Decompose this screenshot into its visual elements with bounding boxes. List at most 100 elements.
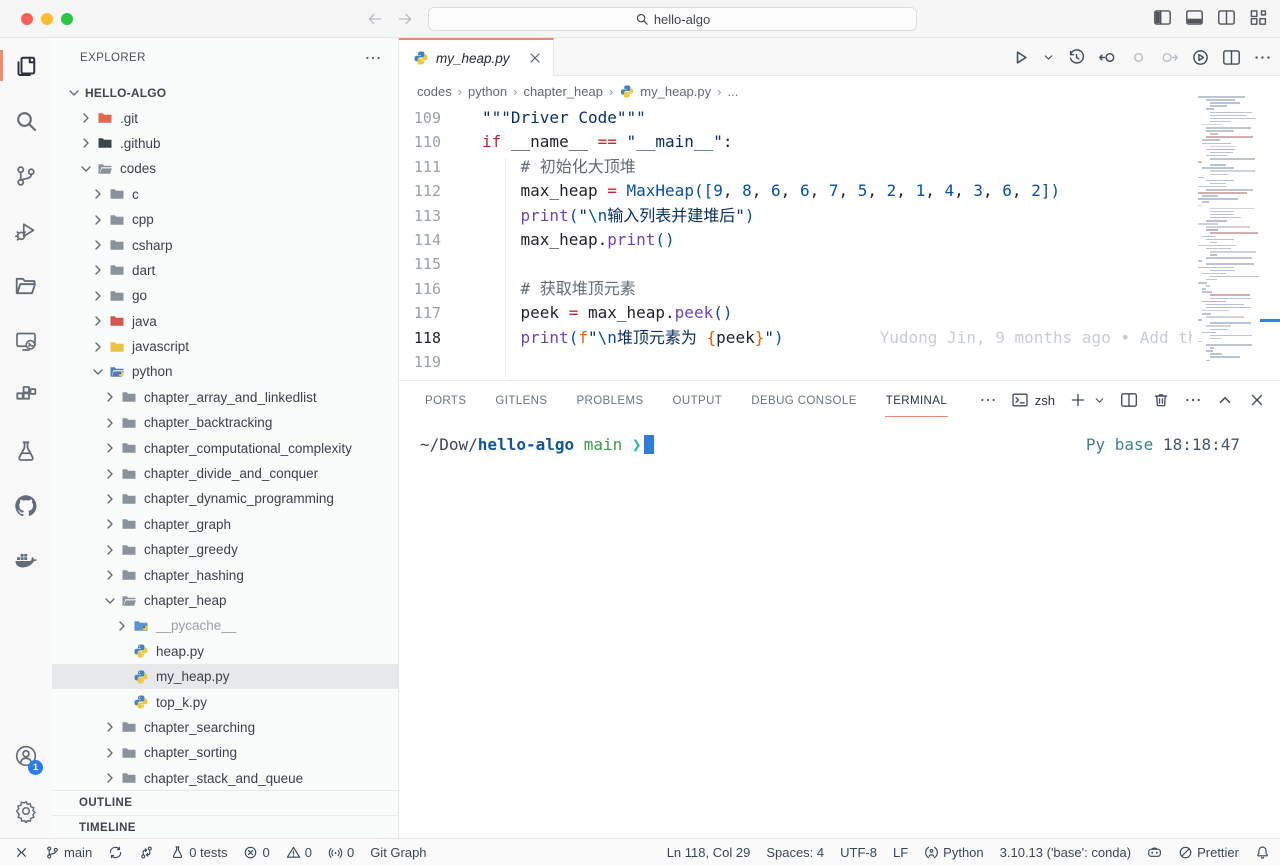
status-encoding[interactable]: UTF-8 xyxy=(840,845,877,860)
code-line-115[interactable]: 115 xyxy=(399,252,1192,276)
folder-item--pycache-[interactable]: __pycache__ xyxy=(52,613,398,638)
chevron-down-icon[interactable] xyxy=(1042,51,1055,64)
activity-item-extensions[interactable] xyxy=(0,368,52,423)
minimap[interactable] xyxy=(1192,92,1268,382)
terminal[interactable]: ~/Dow/hello-algo main ❯ Py base 18:18:47 xyxy=(399,419,1280,838)
close-tab-icon[interactable] xyxy=(527,50,543,66)
folder-item-dart[interactable]: >dart xyxy=(52,258,398,283)
status-git-compare[interactable] xyxy=(139,845,154,860)
history-icon[interactable] xyxy=(1067,48,1086,67)
terminal-profile-dropdown-icon[interactable] xyxy=(1093,394,1106,407)
status-python-interpreter[interactable]: 3.10.13 ('base': conda) xyxy=(1000,845,1131,860)
status-errors[interactable]: 0 xyxy=(243,845,269,860)
code-line-112[interactable]: 112 max_heap = MaxHeap([9, 8, 6, 6, 7, 5… xyxy=(399,179,1192,203)
activity-item-settings[interactable] xyxy=(0,783,52,838)
zoom-window-button[interactable] xyxy=(61,13,73,25)
kill-terminal-icon[interactable] xyxy=(1152,391,1170,409)
layout-split-icon[interactable] xyxy=(1217,8,1236,27)
folder-item--github[interactable]: >.github xyxy=(52,131,398,156)
panel-tab-ports[interactable]: PORTS xyxy=(424,384,467,416)
activity-item-run-debug[interactable] xyxy=(0,203,52,258)
file-item-my-heap-py[interactable]: my_heap.py xyxy=(52,664,398,689)
activity-item-github[interactable] xyxy=(0,478,52,533)
folder-item-hello-algo[interactable]: HELLO-ALGO xyxy=(52,80,398,105)
code-line-116[interactable]: 116 # 获取堆顶元素 xyxy=(399,277,1192,301)
status-sync[interactable] xyxy=(108,845,123,860)
code-line-110[interactable]: 110if __name__ == "__main__": xyxy=(399,130,1192,154)
breadcrumb-item-codes[interactable]: codes xyxy=(417,84,452,99)
code-line-117[interactable]: 117 peek = max_heap.peek() xyxy=(399,301,1192,325)
folder-item-cpp[interactable]: >cpp xyxy=(52,207,398,232)
status-language-mode[interactable]: Python xyxy=(924,845,983,860)
status-warnings[interactable]: 0 xyxy=(286,845,312,860)
explorer-more-actions-icon[interactable] xyxy=(364,49,382,67)
new-terminal-icon[interactable] xyxy=(1069,391,1087,409)
run-circle-icon[interactable] xyxy=(1191,48,1210,67)
kebab-icon[interactable] xyxy=(1253,48,1272,67)
status-cursor-position[interactable]: Ln 118, Col 29 xyxy=(667,845,751,860)
activity-item-remote-explorer[interactable] xyxy=(0,313,52,368)
status-eol[interactable]: LF xyxy=(893,845,908,860)
folder-item-codes[interactable]: >codes xyxy=(52,156,398,181)
activity-item-search[interactable] xyxy=(0,93,52,148)
breadcrumb-item-my-heap-py[interactable]: my_heap.py xyxy=(619,84,711,99)
status-git-graph[interactable]: Git Graph xyxy=(370,845,426,860)
folder-item-chapter-divide-and-conquer[interactable]: >chapter_divide_and_conquer xyxy=(52,461,398,486)
folder-item-java[interactable]: >java xyxy=(52,309,398,334)
tab-my-heap[interactable]: my_heap.py xyxy=(399,38,554,76)
panel-tab-problems[interactable]: PROBLEMS xyxy=(575,384,644,416)
outline-section[interactable]: OUTLINE xyxy=(52,790,398,814)
activity-item-docker[interactable] xyxy=(0,533,52,588)
close-panel-icon[interactable] xyxy=(1248,391,1266,409)
folder-item-chapter-sorting[interactable]: >chapter_sorting xyxy=(52,740,398,765)
folder-item-chapter-dynamic-programming[interactable]: >chapter_dynamic_programming xyxy=(52,486,398,511)
split-terminal-icon[interactable] xyxy=(1120,391,1138,409)
folder-item-chapter-backtracking[interactable]: >chapter_backtracking xyxy=(52,410,398,435)
status-branch[interactable]: main xyxy=(45,845,92,860)
folder-item-chapter-hashing[interactable]: >chapter_hashing xyxy=(52,562,398,587)
maximize-panel-icon[interactable] xyxy=(1216,391,1234,409)
code-line-113[interactable]: 113 print("\n输入列表并建堆后") xyxy=(399,204,1192,228)
folder-item-c[interactable]: >c xyxy=(52,182,398,207)
folder-item-chapter-heap[interactable]: >chapter_heap xyxy=(52,588,398,613)
folder-item-python[interactable]: python xyxy=(52,359,398,384)
run-icon[interactable] xyxy=(1011,48,1030,67)
folder-item-chapter-greedy[interactable]: >chapter_greedy xyxy=(52,537,398,562)
breadcrumb-item-chapter-heap[interactable]: chapter_heap xyxy=(523,84,603,99)
command-center-search[interactable]: hello-algo xyxy=(428,7,917,31)
folder-item-chapter-stack-and-queue[interactable]: >chapter_stack_and_queue xyxy=(52,766,398,791)
prev-change-icon[interactable] xyxy=(1098,48,1117,67)
next-change-icon[interactable] xyxy=(1160,48,1179,67)
status-copilot[interactable] xyxy=(1147,845,1162,860)
panel-tab-terminal[interactable]: TERMINAL xyxy=(885,384,948,417)
timeline-section[interactable]: TIMELINE xyxy=(52,815,398,839)
file-item-top-k-py[interactable]: top_k.py xyxy=(52,689,398,714)
status-remote[interactable] xyxy=(14,845,29,860)
layout-split-icon[interactable] xyxy=(1222,48,1241,67)
folder-item-csharp[interactable]: >csharp xyxy=(52,232,398,257)
code-line-114[interactable]: 114 max_heap.print() xyxy=(399,228,1192,252)
layout-grid-icon[interactable] xyxy=(1249,8,1268,27)
file-item-heap-py[interactable]: heap.py xyxy=(52,639,398,664)
code-line-111[interactable]: 111 # 初始化大顶堆 xyxy=(399,155,1192,179)
folder-item-chapter-computational-complexity[interactable]: >chapter_computational_complexity xyxy=(52,435,398,460)
minimize-window-button[interactable] xyxy=(41,13,53,25)
activity-item-explorer[interactable] xyxy=(0,38,52,93)
status-ports[interactable]: 0 xyxy=(328,845,354,860)
circle-icon[interactable] xyxy=(1129,48,1148,67)
activity-item-testing[interactable] xyxy=(0,423,52,478)
panel-tab-gitlens[interactable]: GITLENS xyxy=(494,384,548,416)
activity-item-accounts[interactable]: 1 xyxy=(0,728,52,783)
folder-item-chapter-graph[interactable]: >chapter_graph xyxy=(52,512,398,537)
layout-sidebar-icon[interactable] xyxy=(1153,8,1172,27)
code-line-118[interactable]: 118 print(f"\n堆顶元素为 {peek}")Yudong Jin, … xyxy=(399,326,1192,350)
panel-tab-debug-console[interactable]: DEBUG CONSOLE xyxy=(750,384,858,416)
breadcrumb-item--[interactable]: ... xyxy=(727,84,738,99)
terminal-more-actions-icon[interactable] xyxy=(1184,391,1202,409)
navigate-back-icon[interactable] xyxy=(366,10,384,28)
status-indentation[interactable]: Spaces: 4 xyxy=(766,845,824,860)
status-tests[interactable]: 0 tests xyxy=(170,845,227,860)
folder-item-go[interactable]: >go xyxy=(52,283,398,308)
folder-item-chapter-array-and-linkedlist[interactable]: >chapter_array_and_linkedlist xyxy=(52,385,398,410)
folder-item-javascript[interactable]: >javascript xyxy=(52,334,398,359)
